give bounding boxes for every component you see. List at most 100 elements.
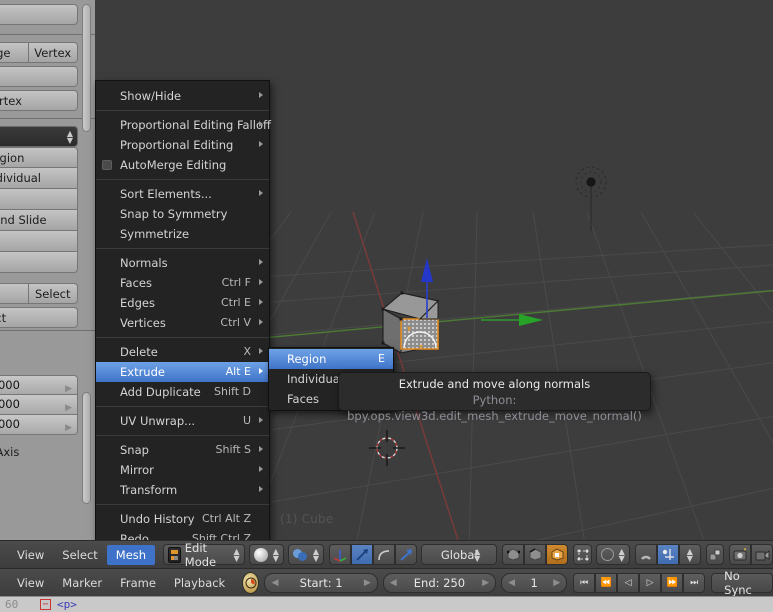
snap-magnet-icon[interactable] <box>634 544 657 565</box>
toolshelf-scrollbar-bottom[interactable] <box>82 392 91 504</box>
merge-vertex-button[interactable]: Vertex <box>0 90 78 111</box>
toolshelf-blank-left[interactable] <box>0 283 29 304</box>
face-select-mode-icon[interactable] <box>546 544 569 565</box>
play-icon[interactable]: ▷ <box>639 572 662 593</box>
chevron-updown-icon[interactable]: ▲ ▼ <box>474 547 480 562</box>
toolshelf-scrollbar-top[interactable] <box>82 4 91 132</box>
z-axis-arrow-icon[interactable] <box>420 258 434 320</box>
jump-end-icon[interactable]: ⏭ <box>683 572 706 593</box>
menu-item-delete[interactable]: Delete X <box>96 342 269 362</box>
rotate-manipulator-icon[interactable] <box>351 544 374 565</box>
sync-mode-dropdown[interactable]: No Sync <box>711 569 773 597</box>
limit-to-visible-icon[interactable] <box>573 544 592 565</box>
toolshelf-blank-button[interactable] <box>0 66 78 87</box>
vertex-select-mode-icon[interactable] <box>502 544 525 565</box>
menu-item-symmetrize[interactable]: Symmetrize <box>96 224 269 244</box>
menu-item-edges[interactable]: Edges Ctrl E <box>96 293 269 313</box>
proportional-edit-icon[interactable] <box>705 544 725 565</box>
section-spinner-icon[interactable]: ▲ ▼ <box>67 130 73 145</box>
menu-item-uv-unwrap[interactable]: UV Unwrap... U <box>96 411 269 431</box>
value-field-z[interactable]: 0.000 ▶ <box>0 415 78 435</box>
menu-item-extrude[interactable]: Extrude Alt E <box>96 362 269 382</box>
menu-item-proportional-editing-falloff[interactable]: Proportional Editing Falloff <box>96 115 271 135</box>
menu-item-show-hide[interactable]: Show/Hide <box>96 86 269 106</box>
chevron-left-icon[interactable]: ◀ <box>390 578 397 588</box>
snap-target-dropdown[interactable]: ▲ ▼ <box>678 544 701 565</box>
value-field-x[interactable]: 0.000 ▶ <box>0 375 78 395</box>
menu-item-vertices[interactable]: Vertices Ctrl V <box>96 313 269 333</box>
toolshelf-top-button[interactable] <box>0 4 78 25</box>
timeline-menu-view[interactable]: View <box>8 573 53 593</box>
orientation-icon[interactable] <box>395 544 418 565</box>
play-reverse-icon[interactable]: ◁ <box>617 572 640 593</box>
menu-item-undo-history[interactable]: Undo History Ctrl Alt Z <box>96 509 269 529</box>
chevron-right-icon[interactable]: ▶ <box>364 578 371 588</box>
chevron-left-icon[interactable]: ◀ <box>271 578 278 588</box>
tool-item-5[interactable]: e <box>0 231 78 252</box>
rewind-icon[interactable]: ⏪ <box>595 572 618 593</box>
header-menu-mesh[interactable]: Mesh <box>106 544 156 565</box>
select-mode-vertex-button[interactable]: Vertex <box>28 42 78 63</box>
chevron-updown-icon[interactable]: ▲ ▼ <box>619 547 625 562</box>
tool-item-individual[interactable]: Individual <box>0 168 78 189</box>
checkbox-icon[interactable] <box>102 160 112 170</box>
fast-forward-icon[interactable]: ⏩ <box>661 572 684 593</box>
select-button[interactable]: Select <box>28 283 78 304</box>
tool-shelf-panel[interactable]: ge Vertex Vertex ▲▼ Region Individual e … <box>0 0 95 540</box>
transport-controls[interactable]: ⏮ ⏪ ◁ ▷ ⏩ ⏭ <box>573 572 706 593</box>
value-field-y[interactable]: 0.000 ▶ <box>0 395 78 415</box>
jump-start-icon[interactable]: ⏮ <box>573 572 596 593</box>
mesh-select-mode-group[interactable] <box>502 544 569 565</box>
y-axis-arrow-icon[interactable] <box>481 313 543 327</box>
menu-item-snap-to-symmetry[interactable]: Snap to Symmetry <box>96 204 269 224</box>
current-frame-field[interactable]: ◀ 1 ▶ <box>501 572 568 593</box>
chevron-updown-icon[interactable]: ▲ ▼ <box>273 547 279 562</box>
end-frame-field[interactable]: ◀ End: 250 ▶ <box>382 572 497 593</box>
menu-item-mirror[interactable]: Mirror <box>96 460 269 480</box>
tool-item-slide[interactable]: t and Slide <box>0 210 78 231</box>
timeline-menu-frame[interactable]: Frame <box>111 573 165 593</box>
render-group[interactable] <box>729 544 773 565</box>
render-image-icon[interactable] <box>729 544 752 565</box>
menu-item-normals[interactable]: Normals <box>96 253 269 273</box>
render-animation-icon[interactable] <box>751 544 773 565</box>
header-menu-select[interactable]: Select <box>53 545 106 565</box>
manipulator-group[interactable] <box>329 544 418 565</box>
menu-item-sort-elements[interactable]: Sort Elements... <box>96 184 269 204</box>
edge-select-mode-icon[interactable] <box>524 544 547 565</box>
menu-item-transform[interactable]: Transform <box>96 480 269 500</box>
tool-item-3[interactable]: e <box>0 189 78 210</box>
submenu-item-region[interactable]: Region E <box>269 349 393 369</box>
orientation-dropdown[interactable]: Global ▲ ▼ <box>421 544 498 565</box>
snap-group[interactable]: ▲ ▼ <box>634 544 701 565</box>
select-mode-dropdown[interactable]: ▲ ▼ <box>287 544 325 565</box>
translate-manipulator-icon[interactable] <box>329 544 352 565</box>
tool-item-6[interactable] <box>0 252 78 273</box>
menu-item-proportional-editing[interactable]: Proportional Editing <box>96 135 269 155</box>
snap-increment-icon[interactable] <box>656 544 679 565</box>
toolshelf-section-header[interactable]: ▲ ▼ <box>0 126 78 147</box>
timeline-menu-playback[interactable]: Playback <box>165 573 234 593</box>
fold-toggle-icon[interactable]: − <box>40 599 51 610</box>
chevron-updown-icon[interactable]: ▲ ▼ <box>234 547 240 562</box>
pivot-dropdown[interactable]: ▲ ▼ <box>595 544 630 565</box>
mesh-dropdown-menu[interactable]: Show/Hide Proportional Editing Falloff Pro… <box>95 80 271 575</box>
menu-item-faces[interactable]: Faces Ctrl F <box>96 273 269 293</box>
lamp-object[interactable] <box>570 165 612 233</box>
chevron-right-icon[interactable]: ▶ <box>65 419 72 438</box>
chevron-updown-icon[interactable]: ▲ ▼ <box>313 547 319 562</box>
shading-dropdown[interactable]: ▲ ▼ <box>248 544 284 565</box>
chevron-left-icon[interactable]: ◀ <box>508 578 515 588</box>
tool-item-region[interactable]: Region <box>0 147 78 168</box>
menu-item-snap[interactable]: Snap Shift S <box>96 440 269 460</box>
select-mode-edge-button[interactable]: ge <box>0 42 29 63</box>
start-frame-field[interactable]: ◀ Start: 1 ▶ <box>264 572 378 593</box>
header-menu-view[interactable]: View <box>8 545 53 565</box>
text-editor-strip[interactable]: 60 − <p> <box>0 596 773 612</box>
chevron-right-icon[interactable]: ▶ <box>553 578 560 588</box>
timeline-menu-marker[interactable]: Marker <box>53 573 111 593</box>
chevron-right-icon[interactable]: ▶ <box>482 578 489 588</box>
menu-item-automerge-editing[interactable]: AutoMerge Editing <box>96 155 269 175</box>
scale-manipulator-icon[interactable] <box>373 544 396 565</box>
menu-item-add-duplicate[interactable]: Add Duplicate Shift D <box>96 382 269 402</box>
